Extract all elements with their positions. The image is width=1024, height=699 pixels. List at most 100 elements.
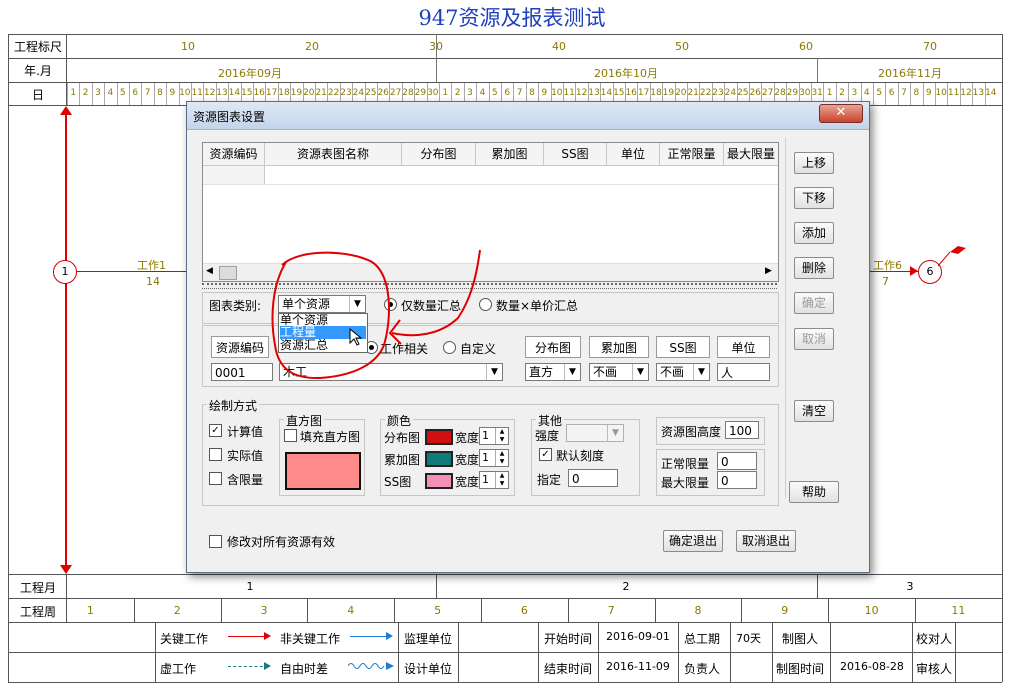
default-scale-checkbox[interactable]: ✓ <box>539 448 552 461</box>
project-week: 4 <box>347 604 355 617</box>
chevron-down-icon[interactable]: ▼ <box>486 364 502 380</box>
chevron-down-icon[interactable]: ▼ <box>349 296 365 312</box>
scale-number: 20 <box>305 40 319 53</box>
accum-color-swatch[interactable] <box>425 451 453 467</box>
hist-color-swatch[interactable] <box>285 452 361 490</box>
col-header[interactable]: 单位 <box>607 143 660 165</box>
accum-width-value: 1 <box>482 451 489 464</box>
day-cell: 20 <box>303 88 315 98</box>
month-label: 2016年11月 <box>878 67 942 80</box>
node-1[interactable]: 1 <box>53 260 77 284</box>
accum-width-spin[interactable]: 1 ▲ ▼ <box>479 449 509 467</box>
hist-fill-checkbox[interactable] <box>284 429 297 442</box>
dist-color-swatch[interactable] <box>425 429 453 445</box>
radio-custom[interactable] <box>443 341 456 354</box>
move-down-button[interactable]: 下移 <box>794 187 834 209</box>
draw-limit-checkbox[interactable] <box>209 472 222 485</box>
max-limit-input[interactable]: 0 <box>717 471 757 489</box>
arrow-right-icon <box>264 632 271 640</box>
row-label-week: 工程周 <box>19 605 56 619</box>
draw-actual-checkbox[interactable] <box>209 448 222 461</box>
height-input[interactable]: 100 <box>725 421 759 439</box>
chevron-down-icon[interactable]: ▼ <box>632 364 648 380</box>
strength-select[interactable]: ▼ <box>566 424 624 442</box>
cancel-button[interactable]: 取消 <box>794 328 834 350</box>
radio-work-label: 工作相关 <box>380 342 429 356</box>
col-header[interactable]: SS图 <box>544 143 607 165</box>
unit-input[interactable]: 人 <box>717 363 770 381</box>
resource-code-input[interactable]: 0001 <box>211 363 273 381</box>
col-header[interactable]: 分布图 <box>402 143 476 165</box>
horizontal-scrollbar[interactable]: ◀ ▶ <box>203 263 778 281</box>
legend-start-value: 2016-09-01 <box>606 630 670 643</box>
project-week: 9 <box>781 604 789 617</box>
month-label: 2016年09月 <box>218 67 282 80</box>
normal-limit-input[interactable]: 0 <box>717 452 757 470</box>
chevron-down-icon[interactable]: ▼ <box>693 364 709 380</box>
task-name: 工作6 <box>873 259 902 272</box>
resource-table[interactable]: 资源编码 资源表图名称 分布图 累加图 SS图 单位 正常限量 最大限量 ◀ ▶ <box>202 142 779 282</box>
clear-button[interactable]: 清空 <box>794 400 834 422</box>
dist-width-spin[interactable]: 1 ▲ ▼ <box>479 427 509 445</box>
dist-value: 直方 <box>529 365 554 379</box>
ss-select[interactable]: 不画 ▼ <box>656 363 710 381</box>
chevron-down-icon[interactable]: ▼ <box>564 364 580 380</box>
add-button[interactable]: 添加 <box>794 222 834 244</box>
chart-type-label: 图表类别: <box>209 299 262 313</box>
accum-select[interactable]: 不画 ▼ <box>589 363 649 381</box>
day-cell: 8 <box>529 88 535 98</box>
legend-owner-label: 负责人 <box>684 662 721 676</box>
cancel-exit-button[interactable]: 取消退出 <box>736 530 796 552</box>
col-header[interactable]: 累加图 <box>476 143 544 165</box>
splitter[interactable] <box>202 283 777 289</box>
strength-label: 强度 <box>535 429 560 443</box>
row-label-day: 日 <box>31 88 44 102</box>
help-button[interactable]: 帮助 <box>789 481 839 503</box>
col-header[interactable]: 最大限量 <box>724 143 778 165</box>
specify-input[interactable]: 0 <box>568 469 618 487</box>
day-cell: 4 <box>107 88 114 98</box>
move-up-button[interactable]: 上移 <box>794 152 834 174</box>
col-header[interactable]: 资源编码 <box>203 143 265 165</box>
chart-type-select[interactable]: 单个资源 ▼ <box>278 295 366 313</box>
legend-start-label: 开始时间 <box>544 632 593 646</box>
day-cell: 31 <box>811 88 823 98</box>
legend-maketime-label: 制图时间 <box>776 662 825 676</box>
radio-qty-price[interactable] <box>479 298 492 311</box>
table-row[interactable] <box>203 166 778 185</box>
spin-arrows-icon[interactable]: ▲ ▼ <box>495 450 508 466</box>
project-week: 1 <box>86 604 94 617</box>
specify-label: 指定 <box>537 473 562 487</box>
resource-name-select[interactable]: 木工 ▼ <box>279 363 503 381</box>
ss-color-swatch[interactable] <box>425 473 453 489</box>
dist-select[interactable]: 直方 ▼ <box>525 363 581 381</box>
scroll-thumb[interactable] <box>219 266 237 280</box>
col-header[interactable]: 资源表图名称 <box>265 143 402 165</box>
day-cell: 1 <box>826 88 833 98</box>
scroll-right-icon[interactable]: ▶ <box>765 266 772 276</box>
dist-width-value: 1 <box>482 429 489 442</box>
day-cell: 8 <box>913 88 920 98</box>
chevron-down-icon[interactable]: ▼ <box>607 425 623 441</box>
spin-arrows-icon[interactable]: ▲ ▼ <box>495 428 508 444</box>
resource-chart-settings-dialog[interactable]: 资源图表设置 ✕ 资源编码 资源表图名称 分布图 累加图 SS图 单位 正常限量… <box>186 101 870 573</box>
color-dist-label: 分布图 <box>384 431 421 445</box>
radio-qty[interactable] <box>384 298 397 311</box>
dialog-titlebar[interactable]: 资源图表设置 ✕ <box>187 102 869 130</box>
close-icon[interactable]: ✕ <box>819 104 863 123</box>
ok-exit-button[interactable]: 确定退出 <box>663 530 723 552</box>
day-cell: 11 <box>563 88 575 98</box>
delete-button[interactable]: 删除 <box>794 257 834 279</box>
day-cell: 16 <box>253 88 265 98</box>
day-cell: 6 <box>504 88 511 98</box>
confirm-button[interactable]: 确定 <box>794 292 834 314</box>
draw-calc-checkbox[interactable]: ✓ <box>209 424 222 437</box>
apply-all-checkbox[interactable] <box>209 535 222 548</box>
scroll-left-icon[interactable]: ◀ <box>206 266 213 276</box>
col-header[interactable]: 正常限量 <box>660 143 724 165</box>
project-week: 10 <box>864 604 879 617</box>
spin-arrows-icon[interactable]: ▲ ▼ <box>495 472 508 488</box>
legend-designer: 设计单位 <box>404 662 453 676</box>
day-cell: 12 <box>575 88 588 98</box>
ss-width-spin[interactable]: 1 ▲ ▼ <box>479 471 509 489</box>
